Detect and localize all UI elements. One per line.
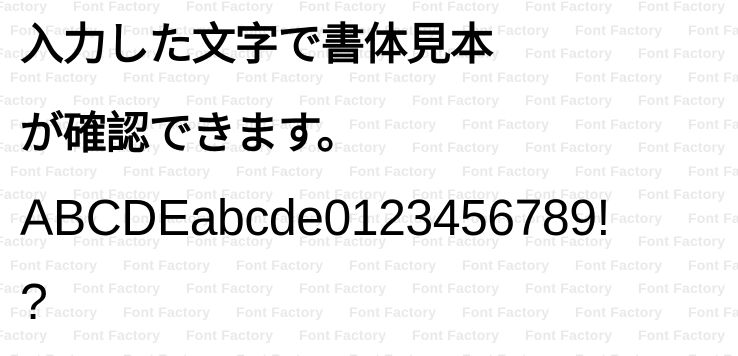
watermark-text: Font Factory <box>575 162 663 179</box>
watermark-text: Font Factory <box>575 68 663 85</box>
watermark-text: Font Factory <box>123 256 211 273</box>
watermark-text: Font Factory <box>412 92 500 108</box>
watermark-text: Font Factory <box>123 162 211 179</box>
watermark-row: Font Factory Font Factory Font Factory Font… <box>0 327 738 343</box>
sample-line-3: ABCDEabcde0123456789! <box>20 189 610 246</box>
watermark-text: Font Factory <box>688 68 738 85</box>
watermark-text: Font Factory <box>575 21 663 38</box>
watermark-text: Font Factory <box>123 303 211 320</box>
watermark-text: Font Factory <box>236 303 324 320</box>
watermark-text: Font Factory <box>186 327 274 343</box>
watermark-text: Font Factory <box>0 92 48 108</box>
watermark-text: Font Factory <box>638 139 726 155</box>
watermark-text: Font Factory <box>638 233 726 249</box>
watermark-text: Font Factory <box>299 280 387 296</box>
watermark-text: Font Factory <box>10 256 98 273</box>
watermark-text: Font Factory <box>0 0 48 14</box>
watermark-text: Font Factory <box>73 0 161 14</box>
watermark-row: Font Factory Font Factory Font Factory Font… <box>10 257 738 273</box>
watermark-text: Font Factory <box>349 115 437 132</box>
watermark-text: Font Factory <box>638 327 726 343</box>
watermark-text: Font Factory <box>349 256 437 273</box>
watermark-text: Font Factory <box>638 280 726 296</box>
watermark-text: Font Factory <box>73 280 161 296</box>
watermark-text: Font Factory <box>525 139 613 155</box>
watermark-text: Font Factory <box>412 139 500 155</box>
watermark-text: Font Factory <box>525 280 613 296</box>
watermark-text: Font Factory <box>236 351 349 356</box>
watermark-text: Font Factory <box>349 162 437 179</box>
watermark-text: Font Factory <box>186 0 274 14</box>
watermark-text: Font Factory <box>462 351 575 356</box>
watermark-text: Font Factory <box>236 162 324 179</box>
sample-line-4: ? <box>20 273 48 330</box>
watermark-text: Font Factory <box>299 92 387 108</box>
sample-line-2: が確認できます。 <box>20 108 361 159</box>
watermark-text: Font Factory <box>123 68 211 85</box>
watermark-text: Font Factory <box>688 256 738 273</box>
watermark-text: Font Factory <box>412 327 500 343</box>
watermark-row: Font Factory Font Factory Font Factory Font… <box>10 304 738 320</box>
watermark-row: Font Factory Font Factory Font Factory Font… <box>0 92 738 108</box>
watermark-text: Font Factory <box>10 68 98 85</box>
watermark-text: Font Factory <box>688 351 738 356</box>
watermark-text: Font Factory <box>638 92 726 108</box>
watermark-text: Font Factory <box>186 92 274 108</box>
watermark-text: Font Factory <box>638 0 726 14</box>
watermark-text: Font Factory <box>462 115 550 132</box>
watermark-text: Font Factory <box>349 303 437 320</box>
watermark-text: Font Factory <box>73 92 161 108</box>
watermark-text: Font Factory <box>462 303 550 320</box>
watermark-text: Font Factory <box>688 115 738 132</box>
watermark-text: Font Factory <box>688 303 738 320</box>
watermark-row: Font FactoryFont FactoryFont FactoryFont… <box>10 351 738 356</box>
watermark-text: Font Factory <box>349 351 462 356</box>
watermark-row: Font Factory Font Factory Font Factory Font… <box>0 0 738 14</box>
watermark-text: Font Factory <box>525 0 613 14</box>
watermark-text: Font Factory <box>123 351 236 356</box>
watermark-text: Font Factory <box>525 45 613 61</box>
watermark-text: Font Factory <box>236 256 324 273</box>
watermark-text: Font Factory <box>462 68 550 85</box>
watermark-text: Font Factory <box>462 256 550 273</box>
watermark-text: Font Factory <box>575 256 663 273</box>
watermark-text: Font Factory <box>73 327 161 343</box>
watermark-text: Font Factory <box>462 162 550 179</box>
watermark-text: Font Factory <box>575 115 663 132</box>
watermark-text: Font Factory <box>525 92 613 108</box>
watermark-text: Font Factory <box>10 351 123 356</box>
watermark-text: Font Factory <box>299 327 387 343</box>
watermark-row: Font Factory Font Factory Font Factory Font… <box>10 69 738 85</box>
watermark-text: Font Factory <box>186 280 274 296</box>
watermark-text: Font Factory <box>688 21 738 38</box>
watermark-text: Font Factory <box>688 162 738 179</box>
watermark-text: Font Factory <box>575 303 663 320</box>
watermark-text: Font Factory <box>575 351 688 356</box>
sample-line-1: 入力した文字で書体見本 <box>20 19 494 70</box>
watermark-text: Font Factory <box>236 68 324 85</box>
watermark-text: Font Factory <box>10 162 98 179</box>
watermark-text: Font Factory <box>688 209 738 226</box>
watermark-text: Font Factory <box>349 68 437 85</box>
watermark-text: Font Factory <box>525 327 613 343</box>
watermark-text: Font Factory <box>412 280 500 296</box>
font-sample-canvas: Font Factory Font Factory Font Factory Font… <box>0 0 738 356</box>
watermark-row: Font Factory Font Factory Font Factory Font… <box>10 163 738 179</box>
watermark-text: Font Factory <box>299 0 387 14</box>
watermark-text: Font Factory <box>412 0 500 14</box>
watermark-row: Font Factory Font Factory Font Factory Font… <box>0 280 738 296</box>
watermark-text: Font Factory <box>638 45 726 61</box>
watermark-text: Font Factory <box>638 186 726 202</box>
